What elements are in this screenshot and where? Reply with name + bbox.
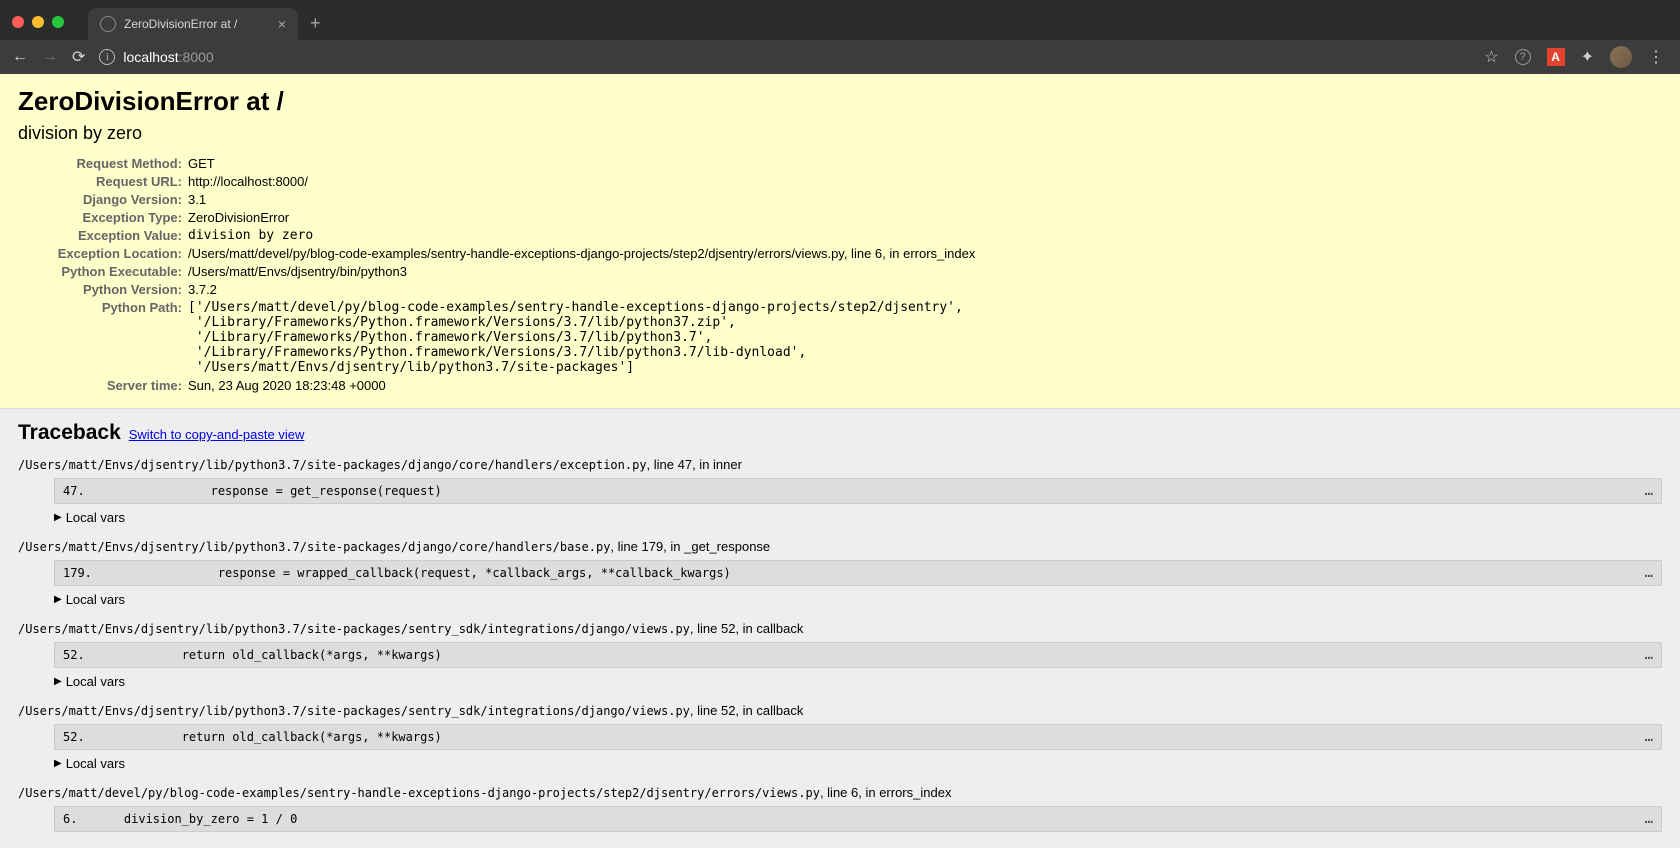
line-number: 47. — [63, 484, 95, 498]
code-text: return old_callback(*args, **kwargs) — [95, 730, 1637, 744]
row-exception-type: Exception Type: ZeroDivisionError — [18, 208, 975, 226]
expand-context-icon[interactable]: … — [1637, 729, 1653, 745]
label-python-version: Python Version: — [18, 280, 188, 298]
value-request-method: GET — [188, 154, 975, 172]
row-request-method: Request Method: GET — [18, 154, 975, 172]
code-text: response = get_response(request) — [95, 484, 1637, 498]
bookmark-star-icon[interactable]: ☆ — [1484, 47, 1498, 67]
value-django-version: 3.1 — [188, 190, 975, 208]
row-python-executable: Python Executable: /Users/matt/Envs/djse… — [18, 262, 975, 280]
summary-table: Request Method: GET Request URL: http://… — [18, 154, 975, 394]
back-button[interactable]: ← — [12, 48, 28, 66]
label-python-path: Python Path: — [18, 298, 188, 376]
local-vars-toggle[interactable]: Local vars — [54, 674, 1662, 689]
local-vars-toggle[interactable]: Local vars — [54, 510, 1662, 525]
frame-location: /Users/matt/Envs/djsentry/lib/python3.7/… — [18, 457, 1662, 472]
line-number: 52. — [63, 730, 95, 744]
browser-tab-bar: ZeroDivisionError at / × + — [0, 0, 1680, 40]
line-number: 179. — [63, 566, 95, 580]
value-exception-value: division by zero — [188, 226, 975, 244]
label-exception-value: Exception Value: — [18, 226, 188, 244]
expand-context-icon[interactable]: … — [1637, 811, 1653, 827]
tab-title: ZeroDivisionError at / — [124, 17, 270, 31]
window-minimize-button[interactable] — [32, 16, 44, 28]
browser-menu-icon[interactable]: ⋮ — [1648, 47, 1664, 67]
label-server-time: Server time: — [18, 376, 188, 394]
row-exception-value: Exception Value: division by zero — [18, 226, 975, 244]
switch-view-link[interactable]: Switch to copy-and-paste view — [129, 427, 305, 442]
local-vars-toggle[interactable]: Local vars — [54, 756, 1662, 771]
exception-message: division by zero — [18, 123, 1662, 144]
page-content: ZeroDivisionError at / division by zero … — [0, 74, 1680, 848]
row-python-version: Python Version: 3.7.2 — [18, 280, 975, 298]
tab-strip: ZeroDivisionError at / × + — [88, 0, 333, 40]
local-vars-toggle[interactable]: Local vars — [54, 592, 1662, 607]
traceback-frame: /Users/matt/Envs/djsentry/lib/python3.7/… — [18, 457, 1662, 525]
line-number: 52. — [63, 648, 95, 662]
code-line[interactable]: 52. return old_callback(*args, **kwargs)… — [54, 724, 1662, 750]
window-close-button[interactable] — [12, 16, 24, 28]
traceback-frame: /Users/matt/devel/py/blog-code-examples/… — [18, 785, 1662, 832]
traceback-header: Traceback Switch to copy-and-paste view — [18, 421, 1662, 445]
label-exception-location: Exception Location: — [18, 244, 188, 262]
frame-location: /Users/matt/Envs/djsentry/lib/python3.7/… — [18, 539, 1662, 554]
traceback-frame: /Users/matt/Envs/djsentry/lib/python3.7/… — [18, 539, 1662, 607]
code-line[interactable]: 6. division_by_zero = 1 / 0… — [54, 806, 1662, 832]
code-text: response = wrapped_callback(request, *ca… — [95, 566, 1637, 580]
label-request-url: Request URL: — [18, 172, 188, 190]
page-title: ZeroDivisionError at / — [18, 86, 1662, 117]
expand-context-icon[interactable]: … — [1637, 565, 1653, 581]
extensions-icon[interactable]: ✦ — [1581, 47, 1594, 67]
row-request-url: Request URL: http://localhost:8000/ — [18, 172, 975, 190]
address-bar[interactable]: i localhost:8000 — [99, 49, 1470, 65]
toolbar-right: ☆ ? A ✦ ⋮ — [1484, 46, 1668, 68]
reload-button[interactable]: ⟳ — [72, 47, 85, 67]
extension-badge[interactable]: A — [1547, 48, 1565, 66]
expand-context-icon[interactable]: … — [1637, 483, 1653, 499]
value-server-time: Sun, 23 Aug 2020 18:23:48 +0000 — [188, 376, 975, 394]
site-info-icon[interactable]: i — [99, 49, 115, 65]
new-tab-button[interactable]: + — [298, 7, 333, 40]
traceback-frame: /Users/matt/Envs/djsentry/lib/python3.7/… — [18, 703, 1662, 771]
traceback-frame: /Users/matt/Envs/djsentry/lib/python3.7/… — [18, 621, 1662, 689]
value-python-executable: /Users/matt/Envs/djsentry/bin/python3 — [188, 262, 975, 280]
traceback-section: Traceback Switch to copy-and-paste view … — [0, 409, 1680, 848]
frame-location: /Users/matt/Envs/djsentry/lib/python3.7/… — [18, 703, 1662, 718]
frame-location: /Users/matt/Envs/djsentry/lib/python3.7/… — [18, 621, 1662, 636]
code-text: return old_callback(*args, **kwargs) — [95, 648, 1637, 662]
browser-tab[interactable]: ZeroDivisionError at / × — [88, 8, 298, 40]
traceback-heading: Traceback — [18, 421, 121, 445]
window-controls — [12, 16, 72, 40]
value-python-path: ['/Users/matt/devel/py/blog-code-example… — [188, 298, 975, 376]
line-number: 6. — [63, 812, 95, 826]
expand-context-icon[interactable]: … — [1637, 647, 1653, 663]
window-maximize-button[interactable] — [52, 16, 64, 28]
forward-button[interactable]: → — [42, 48, 58, 66]
row-python-path: Python Path: ['/Users/matt/devel/py/blog… — [18, 298, 975, 376]
label-python-executable: Python Executable: — [18, 262, 188, 280]
code-line[interactable]: 47. response = get_response(request)… — [54, 478, 1662, 504]
row-django-version: Django Version: 3.1 — [18, 190, 975, 208]
row-exception-location: Exception Location: /Users/matt/devel/py… — [18, 244, 975, 262]
value-python-version: 3.7.2 — [188, 280, 975, 298]
value-exception-type: ZeroDivisionError — [188, 208, 975, 226]
label-request-method: Request Method: — [18, 154, 188, 172]
value-exception-location: /Users/matt/devel/py/blog-code-examples/… — [188, 244, 975, 262]
row-server-time: Server time: Sun, 23 Aug 2020 18:23:48 +… — [18, 376, 975, 394]
close-icon[interactable]: × — [278, 16, 286, 32]
help-icon[interactable]: ? — [1515, 49, 1531, 65]
frames-list: /Users/matt/Envs/djsentry/lib/python3.7/… — [18, 457, 1662, 832]
value-request-url: http://localhost:8000/ — [188, 172, 975, 190]
code-line[interactable]: 52. return old_callback(*args, **kwargs)… — [54, 642, 1662, 668]
frame-location: /Users/matt/devel/py/blog-code-examples/… — [18, 785, 1662, 800]
label-django-version: Django Version: — [18, 190, 188, 208]
browser-toolbar: ← → ⟳ i localhost:8000 ☆ ? A ✦ ⋮ — [0, 40, 1680, 74]
code-line[interactable]: 179. response = wrapped_callback(request… — [54, 560, 1662, 586]
profile-avatar[interactable] — [1610, 46, 1632, 68]
code-text: division_by_zero = 1 / 0 — [95, 812, 1637, 826]
error-summary: ZeroDivisionError at / division by zero … — [0, 74, 1680, 409]
url-text: localhost:8000 — [123, 49, 213, 65]
globe-icon — [100, 16, 116, 32]
label-exception-type: Exception Type: — [18, 208, 188, 226]
